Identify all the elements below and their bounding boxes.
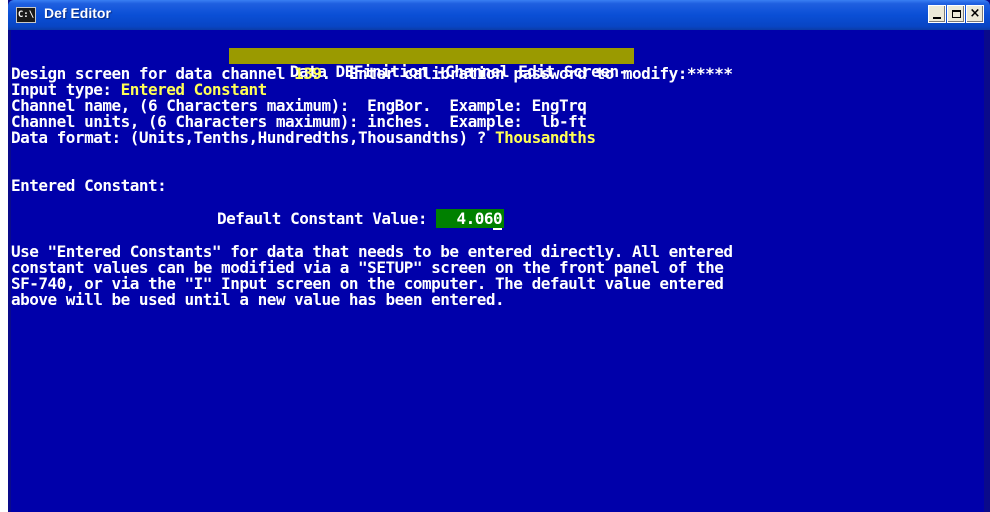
- close-button[interactable]: ×: [966, 5, 984, 23]
- default-constant-field[interactable]: 4.060: [436, 209, 505, 230]
- minimize-icon: [933, 17, 941, 19]
- help-line-4: above will be used until a new value has…: [11, 290, 505, 309]
- window-title: Def Editor: [44, 5, 111, 21]
- maximize-button[interactable]: [947, 5, 965, 23]
- maximize-icon: [951, 10, 961, 18]
- screen-header: Data DEFinition -Channel Edit Screen-: [229, 48, 634, 80]
- def-editor-window: C:\ Def Editor × Data DEFinition -Channe…: [8, 0, 990, 512]
- console-app-icon[interactable]: C:\: [16, 7, 36, 23]
- default-constant-label: Default Constant Value:: [217, 209, 437, 228]
- close-icon: ×: [969, 6, 981, 21]
- title-bar[interactable]: C:\ Def Editor ×: [8, 0, 990, 30]
- password-prompt: . Enter calibration password to modify:: [321, 64, 688, 83]
- channel-number: 139: [294, 64, 322, 83]
- section-title: Entered Constant:: [11, 176, 167, 195]
- console-screen[interactable]: Data DEFinition -Channel Edit Screen- De…: [11, 30, 984, 512]
- data-format-label: Data format: (Units,Tenths,Hundredths,Th…: [11, 128, 496, 147]
- data-format-line: Data format: (Units,Tenths,Hundredths,Th…: [11, 130, 596, 146]
- password-field[interactable]: *****: [687, 64, 733, 83]
- default-constant-value: 4.06: [438, 209, 493, 228]
- text-cursor: 0: [492, 209, 503, 230]
- data-format-value[interactable]: Thousandths: [495, 128, 596, 147]
- minimize-button[interactable]: [928, 5, 946, 23]
- default-constant-line: Default Constant Value: 4.060: [217, 209, 505, 230]
